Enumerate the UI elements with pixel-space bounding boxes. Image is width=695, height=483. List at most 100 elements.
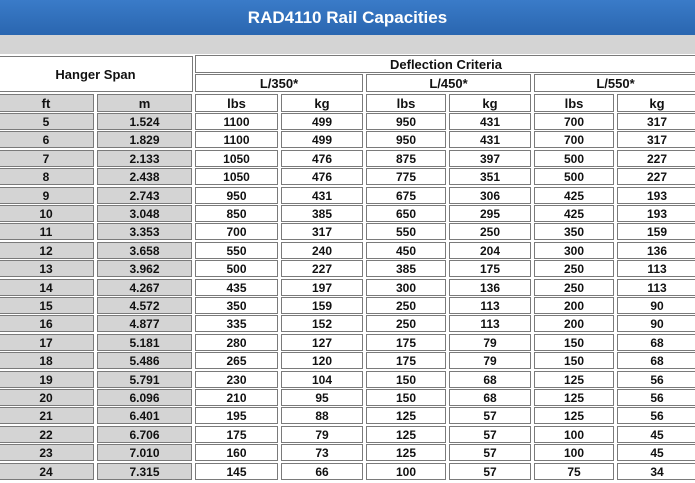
table-cell: 6 bbox=[0, 131, 94, 148]
table-cell: 68 bbox=[449, 389, 531, 406]
table-cell: 45 bbox=[617, 426, 695, 443]
table-cell: 113 bbox=[449, 297, 531, 314]
table-cell: 150 bbox=[366, 371, 446, 388]
table-cell: 79 bbox=[281, 426, 363, 443]
table-cell: 5.181 bbox=[97, 334, 192, 351]
table-cell: 1.524 bbox=[97, 113, 192, 130]
table-cell: 7.010 bbox=[97, 444, 192, 461]
table-cell: 100 bbox=[534, 444, 614, 461]
table-cell: 90 bbox=[617, 297, 695, 314]
table-cell: 5 bbox=[0, 113, 94, 130]
table-cell: 73 bbox=[281, 444, 363, 461]
table-cell: 175 bbox=[449, 260, 531, 277]
table-cell: 250 bbox=[534, 279, 614, 296]
table-cell: 15 bbox=[0, 297, 94, 314]
table-cell: 435 bbox=[195, 279, 278, 296]
unit-header: lbs bbox=[366, 94, 446, 112]
table-cell: 240 bbox=[281, 242, 363, 259]
table-cell: 250 bbox=[534, 260, 614, 277]
table-cell: 8 bbox=[0, 168, 94, 185]
table-cell: 385 bbox=[281, 205, 363, 222]
table-cell: 875 bbox=[366, 150, 446, 167]
table-cell: 476 bbox=[281, 150, 363, 167]
table-cell: 200 bbox=[534, 297, 614, 314]
table-cell: 195 bbox=[195, 407, 278, 424]
table-cell: 295 bbox=[449, 205, 531, 222]
table-cell: 425 bbox=[534, 187, 614, 204]
table-cell: 230 bbox=[195, 371, 278, 388]
table-cell: 3.962 bbox=[97, 260, 192, 277]
table-cell: 22 bbox=[0, 426, 94, 443]
table-cell: 68 bbox=[449, 371, 531, 388]
table-cell: 227 bbox=[617, 168, 695, 185]
table-cell: 265 bbox=[195, 352, 278, 369]
hanger-span-header: Hanger Span bbox=[0, 56, 193, 92]
table-cell: 45 bbox=[617, 444, 695, 461]
toolbar-strip bbox=[0, 35, 695, 54]
table-cell: 5.791 bbox=[97, 371, 192, 388]
table-cell: 150 bbox=[366, 389, 446, 406]
table-cell: 160 bbox=[195, 444, 278, 461]
table-cell: 431 bbox=[449, 113, 531, 130]
table-cell: 193 bbox=[617, 205, 695, 222]
table-cell: 250 bbox=[366, 315, 446, 332]
table-cell: 125 bbox=[366, 426, 446, 443]
table-cell: 3.658 bbox=[97, 242, 192, 259]
table-cell: 4.267 bbox=[97, 279, 192, 296]
table-cell: 300 bbox=[366, 279, 446, 296]
table-cell: 227 bbox=[617, 150, 695, 167]
table-cell: 210 bbox=[195, 389, 278, 406]
table-cell: 6.706 bbox=[97, 426, 192, 443]
unit-header: kg bbox=[617, 94, 695, 112]
table-cell: 127 bbox=[281, 334, 363, 351]
table-cell: 23 bbox=[0, 444, 94, 461]
table-cell: 950 bbox=[366, 113, 446, 130]
table-cell: 204 bbox=[449, 242, 531, 259]
criteria-header: L/450* bbox=[366, 74, 531, 92]
table-cell: 1100 bbox=[195, 131, 278, 148]
table-cell: 79 bbox=[449, 352, 531, 369]
table-cell: 7 bbox=[0, 150, 94, 167]
table-cell: 431 bbox=[449, 131, 531, 148]
table-cell: 56 bbox=[617, 371, 695, 388]
table-cell: 476 bbox=[281, 168, 363, 185]
criteria-header: L/550* bbox=[534, 74, 695, 92]
table-cell: 197 bbox=[281, 279, 363, 296]
table-cell: 431 bbox=[281, 187, 363, 204]
table-cell: 20 bbox=[0, 389, 94, 406]
unit-header: ft bbox=[0, 94, 94, 112]
table-cell: 317 bbox=[281, 223, 363, 240]
table-cell: 280 bbox=[195, 334, 278, 351]
table-cell: 4.572 bbox=[97, 297, 192, 314]
table-cell: 317 bbox=[617, 113, 695, 130]
table-cell: 9 bbox=[0, 187, 94, 204]
table-cell: 6.401 bbox=[97, 407, 192, 424]
table-cell: 4.877 bbox=[97, 315, 192, 332]
unit-header: m bbox=[97, 94, 192, 112]
table-cell: 1.829 bbox=[97, 131, 192, 148]
capacity-table: Hanger Span Deflection Criteria L/350* L/45… bbox=[0, 54, 695, 483]
table-cell: 88 bbox=[281, 407, 363, 424]
table-cell: 3.353 bbox=[97, 223, 192, 240]
table-cell: 175 bbox=[366, 334, 446, 351]
table-cell: 250 bbox=[449, 223, 531, 240]
table-cell: 700 bbox=[195, 223, 278, 240]
table-cell: 500 bbox=[534, 150, 614, 167]
table-cell: 145 bbox=[195, 463, 278, 480]
table-cell: 775 bbox=[366, 168, 446, 185]
table-cell: 125 bbox=[366, 444, 446, 461]
table-cell: 350 bbox=[195, 297, 278, 314]
table-cell: 335 bbox=[195, 315, 278, 332]
table-cell: 12 bbox=[0, 242, 94, 259]
criteria-header: L/350* bbox=[195, 74, 363, 92]
table-cell: 700 bbox=[534, 113, 614, 130]
table-cell: 850 bbox=[195, 205, 278, 222]
table-cell: 24 bbox=[0, 463, 94, 480]
table-cell: 152 bbox=[281, 315, 363, 332]
page-title: RAD4110 Rail Capacities bbox=[0, 0, 695, 35]
table-cell: 500 bbox=[195, 260, 278, 277]
table-cell: 175 bbox=[366, 352, 446, 369]
table-cell: 175 bbox=[195, 426, 278, 443]
table-cell: 18 bbox=[0, 352, 94, 369]
table-cell: 425 bbox=[534, 205, 614, 222]
